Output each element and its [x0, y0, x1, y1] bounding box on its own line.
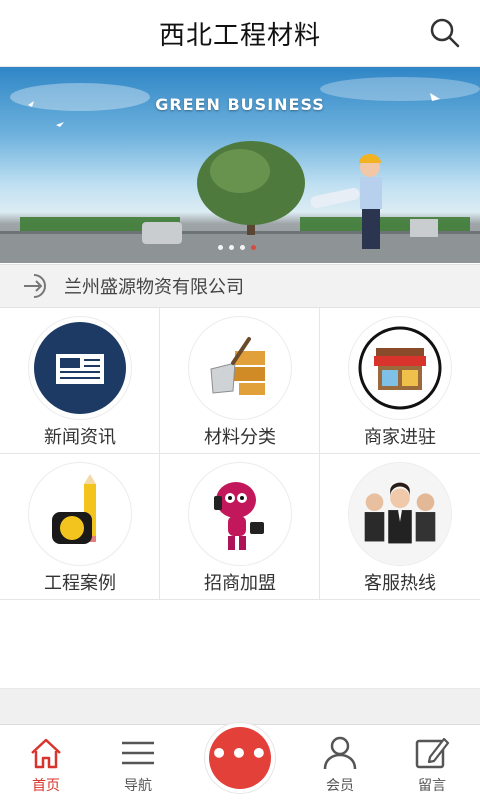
grid-item-label: 商家进驻	[364, 427, 436, 448]
menu-lines-icon	[122, 741, 154, 765]
tab-member-label: 会员	[326, 778, 354, 794]
tab-navigation-label: 导航	[124, 778, 152, 794]
grid-item-label: 客服热线	[364, 573, 436, 594]
more-dots-icon: •••	[209, 727, 271, 789]
carousel-dot[interactable]	[229, 245, 234, 250]
banner-carousel[interactable]: GREEN BUSINESS	[0, 67, 480, 263]
home-icon	[31, 738, 61, 769]
grid-item-materials[interactable]: 材料分类	[160, 308, 320, 454]
grid-item-cases[interactable]: 工程案例	[0, 454, 160, 600]
grid-item-merchants[interactable]: 商家进驻	[320, 308, 480, 454]
grid-item-news[interactable]: 新闻资讯	[0, 308, 160, 454]
grid-item-label: 工程案例	[44, 573, 116, 594]
tab-message[interactable]: 留言	[392, 725, 472, 800]
service-team-icon	[349, 463, 451, 565]
tab-navigation[interactable]: 导航	[98, 725, 178, 800]
news-icon	[34, 322, 126, 414]
notice-text: 兰州盛源物资有限公司	[64, 277, 244, 298]
merchants-icon-circle	[348, 316, 452, 420]
banner-headline: GREEN BUSINESS	[155, 95, 325, 114]
cases-icon-circle	[28, 462, 132, 566]
grid-item-service[interactable]: 客服热线	[320, 454, 480, 600]
more-dots-symbol: •••	[210, 737, 270, 770]
tab-member[interactable]: 会员	[300, 725, 380, 800]
service-icon-circle	[348, 462, 452, 566]
app-header: 西北工程材料	[0, 0, 480, 67]
center-more-button[interactable]: •••	[205, 723, 275, 793]
user-icon	[323, 736, 357, 770]
feature-grid: 新闻资讯 材料分类 商家进驻 工程案例 招商加盟 客服热线	[0, 308, 480, 600]
materials-icon-circle	[188, 316, 292, 420]
page-title: 西北工程材料	[158, 20, 321, 51]
grid-item-label: 材料分类	[204, 427, 276, 448]
carousel-dot-active[interactable]	[251, 245, 256, 250]
mascot-phone-icon	[214, 482, 264, 550]
carousel-dot[interactable]	[240, 245, 245, 250]
news-icon-circle	[28, 316, 132, 420]
content-separator	[0, 688, 480, 724]
carousel-indicators	[218, 245, 256, 250]
tab-message-label: 留言	[418, 778, 446, 794]
edit-icon	[415, 737, 450, 769]
storefront-icon	[358, 326, 442, 410]
tab-home-label: 首页	[32, 778, 60, 794]
grid-item-label: 新闻资讯	[44, 427, 116, 448]
franchise-icon-circle	[188, 462, 292, 566]
sign-in-arrow-icon	[24, 274, 46, 298]
grid-item-label: 招商加盟	[204, 573, 276, 594]
grid-item-franchise[interactable]: 招商加盟	[160, 454, 320, 600]
trowel-bricks-icon	[210, 337, 265, 395]
carousel-dot[interactable]	[218, 245, 223, 250]
search-button[interactable]	[428, 16, 462, 50]
search-icon	[430, 18, 460, 48]
company-notice-bar[interactable]: 兰州盛源物资有限公司	[0, 264, 480, 308]
tape-pencil-icon	[52, 474, 96, 544]
tab-home[interactable]: 首页	[6, 725, 86, 800]
